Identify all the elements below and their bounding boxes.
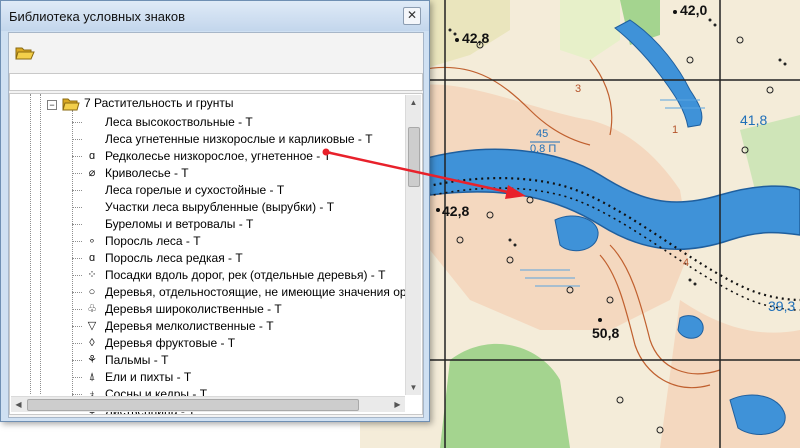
tree-item-label: Редколесье низкорослое, угнетенное - Т [105,149,331,163]
tree-item-label: Буреломы и ветровалы - Т [105,217,254,231]
tree-connector [72,275,82,276]
collapse-toggle[interactable]: − [47,100,57,110]
close-icon: ✕ [406,8,418,22]
river-depth-label: 0,8 П [530,143,557,155]
water-level-bottom: 39,3 [768,298,796,314]
map-symbol-icon: ♧ [87,303,97,315]
filter-field[interactable] [9,73,423,91]
symbol-tree: − 7 Растительность и грунты Леса высокос… [9,93,423,415]
tree-connector [72,224,82,225]
tree-connector [72,343,82,344]
horizontal-scroll-thumb[interactable] [27,399,359,411]
tree-item-label: Деревья широколиственные - Т [105,302,282,316]
close-button[interactable]: ✕ [403,7,421,25]
toolbar [9,33,423,71]
tree-connector [72,258,82,259]
tree-item-label: Деревья мелколиственные - Т [105,319,274,333]
tree-item-label: Леса высокоствольные - Т [105,115,253,129]
vertical-scroll-thumb[interactable] [408,127,420,187]
tree-item-label: Ели и пихты - Т [105,370,192,384]
map-symbol-icon: ɑ [88,150,96,162]
tree-connector [72,377,82,378]
map-symbol-icon: ∘ [88,235,96,247]
tree-connector [72,190,82,191]
elevation-label-bottom: 50,8 [592,325,620,341]
tree-connector [72,207,82,208]
lake [554,215,599,252]
scroll-up-icon[interactable]: ▲ [406,95,421,110]
map-symbol-icon [84,132,100,147]
lake-small [677,315,704,339]
window-title: Библиотека условных знаков [9,9,185,24]
river-width-label: 45 [536,128,549,140]
tree-item-label: Поросль леса - Т [105,234,201,248]
tree-connector [72,326,82,327]
tree-item-label: Деревья фруктовые - Т [105,336,236,350]
elevation-label-corner: 42,0 [680,2,708,18]
map-symbol-icon: ▽ [87,320,97,332]
meadow-area-2 [560,0,620,60]
tree-connector [72,241,82,242]
map-symbol-icon: ⁘ [87,269,97,281]
tree-guide-line [30,94,31,394]
tree-item-label: Криволесье - Т [105,166,189,180]
tree-connector [72,292,82,293]
window-client-area: − 7 Растительность и грунты Леса высокос… [8,32,424,418]
title-bar[interactable]: Библиотека условных знаков ✕ [1,1,429,31]
tree-connector [72,122,82,123]
map-symbol-icon: ○ [88,286,96,298]
horizontal-scrollbar[interactable]: ◀ ▶ [11,396,405,412]
map-symbol-icon [84,217,100,232]
water-level-right: 41,8 [740,112,768,128]
contour-label-3: 3 [575,83,582,95]
open-folder-button[interactable] [15,45,37,63]
tree-category-label[interactable]: 7 Растительность и грунты [84,96,233,110]
scroll-down-icon[interactable]: ▼ [406,380,421,395]
map-symbol-icon [84,115,100,130]
open-folder-icon [15,47,35,60]
tree-connector [72,360,82,361]
contour-label-1: 1 [672,124,679,136]
map-symbol-icon: ◊ [89,337,95,349]
tree-item-label: Пальмы - Т [105,353,169,367]
stream [614,19,703,128]
tree-connector [72,173,82,174]
tree-item-label: Леса угнетенные низкорослые и карликовые… [105,132,373,146]
tree-connector [72,394,82,395]
map-symbol-icon [84,183,100,198]
map-symbol-icon [84,200,100,215]
elevation-label-mid: 42,8 [442,203,470,219]
scroll-left-icon[interactable]: ◀ [11,397,26,412]
map-symbol-icon: ⌀ [88,167,96,179]
map-symbol-icon: ⚘ [87,354,97,366]
tree-connector [72,156,82,157]
map-symbol-icon: ⍋ [88,371,96,383]
tree-connector [72,309,82,310]
vertical-scrollbar[interactable]: ▲ ▼ [405,95,421,395]
scroll-right-icon[interactable]: ▶ [390,397,405,412]
tree-connector [72,139,82,140]
tree-item-label: Деревья, отдельностоящие, не имеющие зна… [105,285,412,299]
tree-item-label: Посадки вдоль дорог, рек (отдельные дере… [105,268,386,282]
tree-item-label: Леса горелые и сухостойные - Т [105,183,285,197]
symbol-library-window: Библиотека условных знаков ✕ − 7 Растите… [0,0,430,422]
elevation-label-top: 42,8 [462,30,490,46]
tree-item-label: Поросль леса редкая - Т [105,251,243,265]
contour-label-4: 4 [683,257,690,269]
folder-icon [62,98,80,111]
tree-guide-line [40,94,41,394]
map-symbol-icon: ɑ [88,252,96,264]
tree-item-label: Участки леса вырубленные (вырубки) - Т [105,200,335,214]
